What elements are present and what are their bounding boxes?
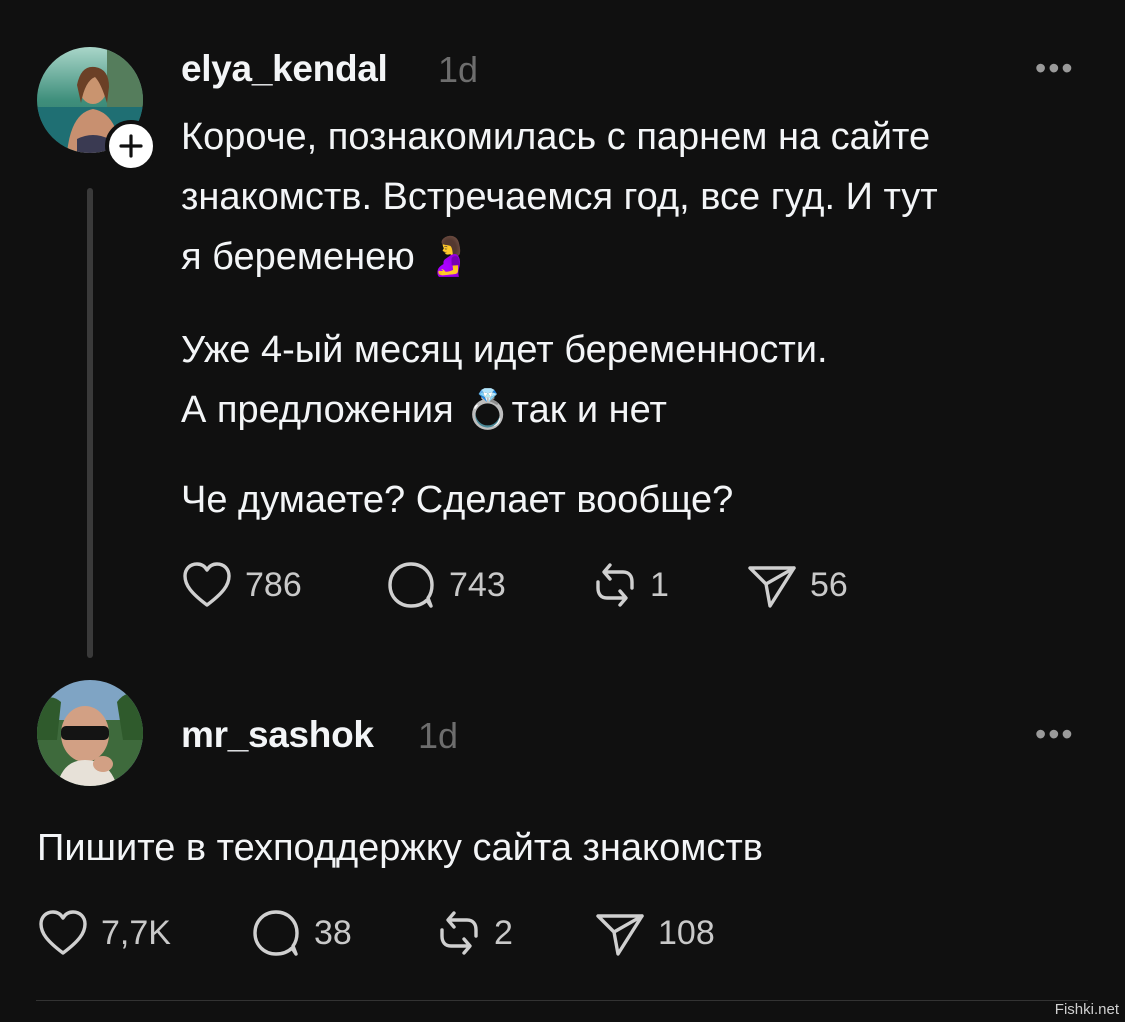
share-button[interactable]: 108 xyxy=(594,908,715,958)
reply-username[interactable]: mr_sashok xyxy=(181,714,374,756)
reply-more-icon[interactable]: ••• xyxy=(1035,718,1075,750)
comment-count: 743 xyxy=(449,565,506,604)
post-text-line-4: Уже 4-ый месяц идет беременности. xyxy=(181,329,828,371)
like-count: 786 xyxy=(245,565,302,604)
avatar[interactable] xyxy=(37,680,143,786)
heart-icon xyxy=(183,562,231,607)
heart-icon xyxy=(39,910,87,955)
share-count: 56 xyxy=(810,565,848,604)
share-count: 108 xyxy=(658,913,715,952)
share-button[interactable]: 56 xyxy=(746,560,848,610)
like-count: 7,7K xyxy=(101,913,171,952)
send-icon xyxy=(596,914,644,956)
post-timestamp: 1d xyxy=(438,49,479,90)
post-more-icon[interactable]: ••• xyxy=(1035,52,1075,84)
repost-icon xyxy=(596,563,634,607)
plus-icon xyxy=(119,134,143,158)
repost-count: 1 xyxy=(650,565,669,604)
post-text-line-5: А предложения 💍так и нет xyxy=(181,389,667,431)
comment-button[interactable]: 743 xyxy=(385,560,506,610)
repost-button[interactable]: 1 xyxy=(592,560,669,610)
comment-count: 38 xyxy=(314,913,352,952)
avatar-photo xyxy=(37,680,143,786)
like-button[interactable]: 7,7K xyxy=(37,908,171,958)
send-icon xyxy=(748,566,796,608)
post-text-line-2: знакомств. Встречаемся год, все гуд. И т… xyxy=(181,176,938,218)
repost-button[interactable]: 2 xyxy=(436,908,513,958)
divider xyxy=(36,1000,1088,1001)
like-button[interactable]: 786 xyxy=(181,560,302,610)
reply-text: Пишите в техподдержку сайта знакомств xyxy=(37,827,763,869)
comment-icon xyxy=(388,562,434,608)
reply-timestamp: 1d xyxy=(418,715,459,756)
thread-line xyxy=(87,188,93,658)
post-text-line-1: Короче, познакомилась с парнем на сайте xyxy=(181,116,931,158)
comment-icon xyxy=(253,910,299,956)
post-username[interactable]: elya_kendal xyxy=(181,48,388,90)
repost-count: 2 xyxy=(494,913,513,952)
watermark: Fishki.net xyxy=(1054,1001,1119,1018)
post-text-line-3: я беременею 🤰 xyxy=(181,236,473,278)
comment-button[interactable]: 38 xyxy=(250,908,352,958)
repost-icon xyxy=(440,911,478,955)
post-text-line-6: Че думаете? Сделает вообще? xyxy=(181,479,734,521)
follow-button[interactable] xyxy=(105,120,157,172)
